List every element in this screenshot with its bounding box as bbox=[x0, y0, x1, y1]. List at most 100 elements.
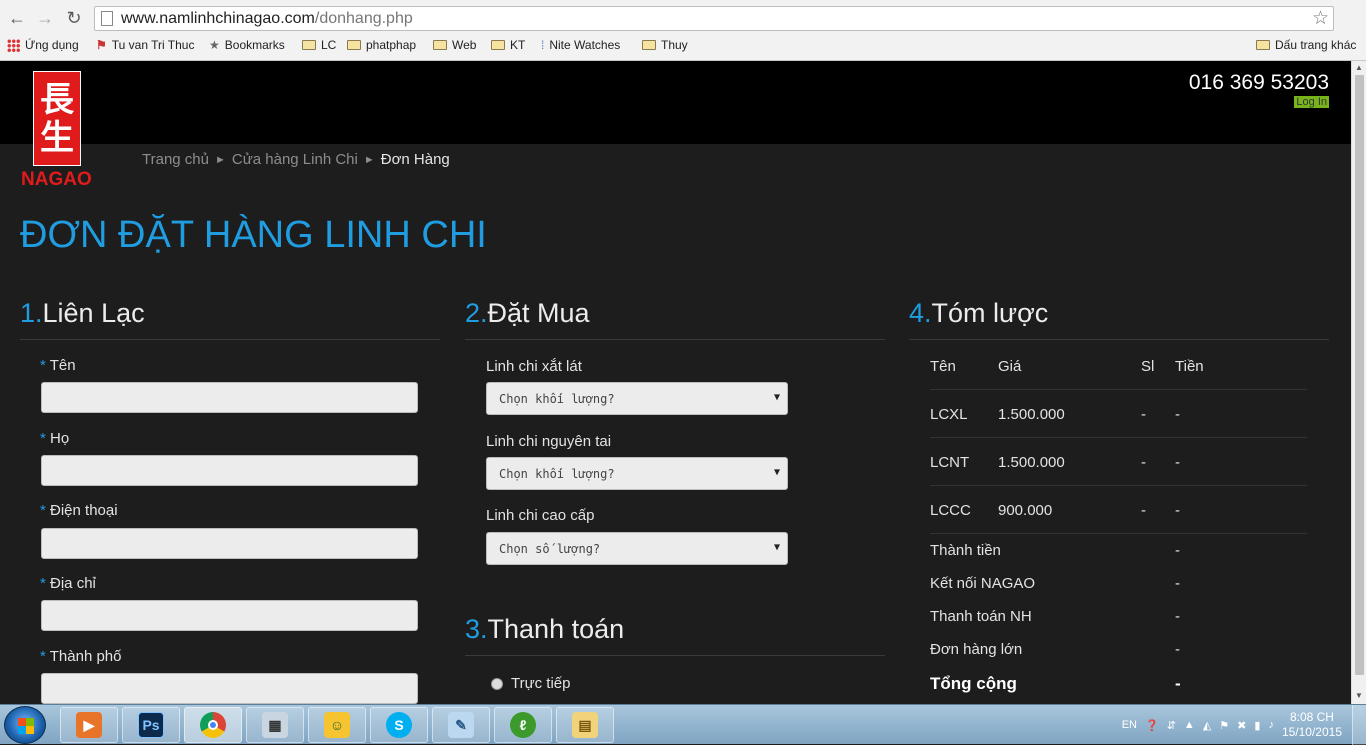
taskbar-calculator[interactable]: ▦ bbox=[246, 707, 304, 743]
flag-icon[interactable]: ⚑ bbox=[1219, 719, 1229, 732]
total-label: Thanh toán NH bbox=[930, 608, 1032, 625]
taskbar-media-player[interactable]: ▶ bbox=[60, 707, 118, 743]
column-header: Tiền bbox=[1175, 358, 1204, 375]
taskbar-photoshop[interactable]: Ps bbox=[122, 707, 180, 743]
nagao-connect-row: Kết nối NAGAO - bbox=[930, 567, 1307, 600]
logo-text: NAGAO bbox=[21, 169, 92, 190]
taskbar-notepad[interactable]: ✎ bbox=[432, 707, 490, 743]
payment-option-direct[interactable]: Trực tiếp bbox=[491, 675, 571, 692]
bookmarks-bar: Ứng dụng ⚑ Tu van Tri Thuc ★ Bookmarks LC … bbox=[0, 35, 1366, 57]
bookmark-folder-thuy[interactable]: Thuy bbox=[642, 38, 688, 52]
scroll-down-arrow-icon[interactable]: ▼ bbox=[1355, 691, 1363, 700]
page-favicon-icon: ⁞ bbox=[541, 38, 545, 52]
clock[interactable]: 8:08 CH 15/10/2015 bbox=[1282, 710, 1342, 740]
signal-icon[interactable]: ▮ bbox=[1254, 719, 1260, 732]
bookmark-bookmarks[interactable]: ★ Bookmarks bbox=[209, 38, 285, 52]
bookmark-nite-watches[interactable]: ⁞ Nite Watches bbox=[541, 38, 620, 52]
row-amount: - bbox=[1175, 454, 1180, 471]
breadcrumb-home[interactable]: Trang chủ bbox=[142, 151, 209, 168]
bookmark-other[interactable]: Dấu trang khác bbox=[1256, 38, 1356, 52]
radio-label: Trực tiếp bbox=[511, 675, 571, 692]
column-header: Sl bbox=[1141, 358, 1155, 375]
usb-icon[interactable]: ⇵ bbox=[1167, 719, 1176, 732]
logo-char: 長 bbox=[40, 79, 74, 120]
skype-icon: S bbox=[386, 712, 412, 738]
column-header: Giá bbox=[998, 358, 1022, 375]
first-name-input[interactable] bbox=[41, 382, 418, 413]
scrollbar-thumb[interactable] bbox=[1355, 75, 1364, 675]
total-value: - bbox=[1175, 608, 1180, 625]
folder-icon bbox=[1256, 40, 1270, 50]
column-header: Tên bbox=[930, 358, 956, 375]
page-title: ĐƠN ĐẶT HÀNG LINH CHI bbox=[20, 214, 487, 256]
logo[interactable]: 長 生 bbox=[33, 71, 81, 166]
folder-icon bbox=[347, 40, 361, 50]
premium-reishi-label: Linh chi cao cấp bbox=[486, 507, 595, 524]
address-bar[interactable]: www.namlinhchinagao.com/donhang.php ☆ bbox=[94, 6, 1334, 31]
whole-reishi-select[interactable]: Chọn khối lượng? ▼ bbox=[486, 457, 788, 490]
breadcrumb-current: Đơn Hàng bbox=[380, 151, 450, 168]
bookmark-folder-kt[interactable]: KT bbox=[491, 38, 525, 52]
row-amount: - bbox=[1175, 502, 1180, 519]
label-text: Thành phố bbox=[49, 648, 122, 665]
login-link[interactable]: Log In bbox=[1294, 96, 1329, 108]
bookmark-folder-web[interactable]: Web bbox=[433, 38, 476, 52]
help-icon[interactable]: ❓ bbox=[1145, 719, 1159, 732]
bank-payment-row: Thanh toán NH - bbox=[930, 600, 1307, 633]
drive-sync-icon[interactable]: ◭ bbox=[1203, 719, 1211, 732]
section-heading: 2.Đặt Mua bbox=[465, 296, 885, 340]
bookmark-star-icon[interactable]: ☆ bbox=[1312, 7, 1329, 30]
city-input[interactable] bbox=[41, 673, 418, 704]
folder-icon bbox=[433, 40, 447, 50]
taskbar-chrome[interactable] bbox=[184, 707, 242, 743]
total-label: Đơn hàng lớn bbox=[930, 641, 1023, 658]
bookmark-label: Web bbox=[452, 38, 477, 52]
language-indicator[interactable]: EN bbox=[1122, 719, 1137, 731]
taskbar-skype[interactable]: S bbox=[370, 707, 428, 743]
label-text: Điện thoại bbox=[50, 502, 118, 519]
label-text: Địa chỉ bbox=[50, 575, 96, 592]
last-name-input[interactable] bbox=[41, 455, 418, 486]
section-heading: 1.Liên Lạc bbox=[20, 296, 440, 340]
sliced-reishi-select[interactable]: Chọn khối lượng? ▼ bbox=[486, 382, 788, 415]
large-order-row: Đơn hàng lớn - bbox=[930, 633, 1307, 666]
premium-reishi-select[interactable]: Chọn số lượng? ▼ bbox=[486, 532, 788, 565]
bookmark-folder-phatphap[interactable]: phatphap bbox=[347, 38, 416, 52]
network-error-icon[interactable]: ✖ bbox=[1237, 719, 1246, 732]
taskbar-dreamweaver[interactable]: ℓ bbox=[494, 707, 552, 743]
back-arrow-icon[interactable]: ← bbox=[6, 7, 28, 29]
start-button[interactable] bbox=[4, 706, 46, 744]
bookmark-label: LC bbox=[321, 38, 337, 52]
required-marker: * bbox=[40, 357, 46, 374]
address-input[interactable] bbox=[41, 600, 418, 631]
tray-expand-icon[interactable]: ▲ bbox=[1184, 719, 1195, 731]
bookmark-label: Bookmarks bbox=[224, 38, 285, 52]
forward-arrow-icon[interactable]: → bbox=[34, 7, 56, 29]
row-amount: - bbox=[1175, 406, 1180, 423]
breadcrumb: Trang chủ ► Cửa hàng Linh Chi ► Đơn Hàng bbox=[142, 151, 450, 168]
windows-taskbar: ▶ Ps ▦ ☺ S ✎ ℓ ▤ EN ❓ ⇵ ▲ ◭ ⚑ ✖ ▮ ♪ 8:08… bbox=[0, 704, 1366, 745]
taskbar-explorer[interactable]: ▤ bbox=[556, 707, 614, 743]
folder-icon bbox=[491, 40, 505, 50]
radio-button[interactable] bbox=[491, 677, 503, 690]
phone-input[interactable] bbox=[41, 528, 418, 559]
dropdown-arrow-icon: ▼ bbox=[773, 392, 780, 403]
bookmark-folder-lc[interactable]: LC bbox=[302, 38, 336, 52]
summary-header-row: Tên Giá Sl Tiền bbox=[930, 354, 1307, 390]
reload-icon[interactable]: ↻ bbox=[63, 7, 85, 29]
scroll-up-arrow-icon[interactable]: ▲ bbox=[1355, 63, 1363, 72]
show-desktop-button[interactable] bbox=[1352, 705, 1366, 745]
phone-label: * Điện thoại bbox=[40, 502, 118, 519]
volume-icon[interactable]: ♪ bbox=[1268, 719, 1274, 731]
dreamweaver-icon: ℓ bbox=[510, 712, 536, 738]
breadcrumb-store[interactable]: Cửa hàng Linh Chi bbox=[232, 151, 358, 168]
bookmark-apps[interactable]: Ứng dụng bbox=[7, 38, 79, 52]
label-text: Tên bbox=[49, 357, 76, 374]
section-number: 1. bbox=[20, 298, 43, 328]
vertical-scrollbar[interactable]: ▲ ▼ bbox=[1351, 61, 1366, 704]
messenger-icon: ☺ bbox=[324, 712, 350, 738]
select-placeholder: Chọn số lượng? bbox=[499, 542, 601, 556]
bookmark-tu-van[interactable]: ⚑ Tu van Tri Thuc bbox=[96, 38, 194, 52]
taskbar-messenger[interactable]: ☺ bbox=[308, 707, 366, 743]
photoshop-icon: Ps bbox=[138, 712, 164, 738]
